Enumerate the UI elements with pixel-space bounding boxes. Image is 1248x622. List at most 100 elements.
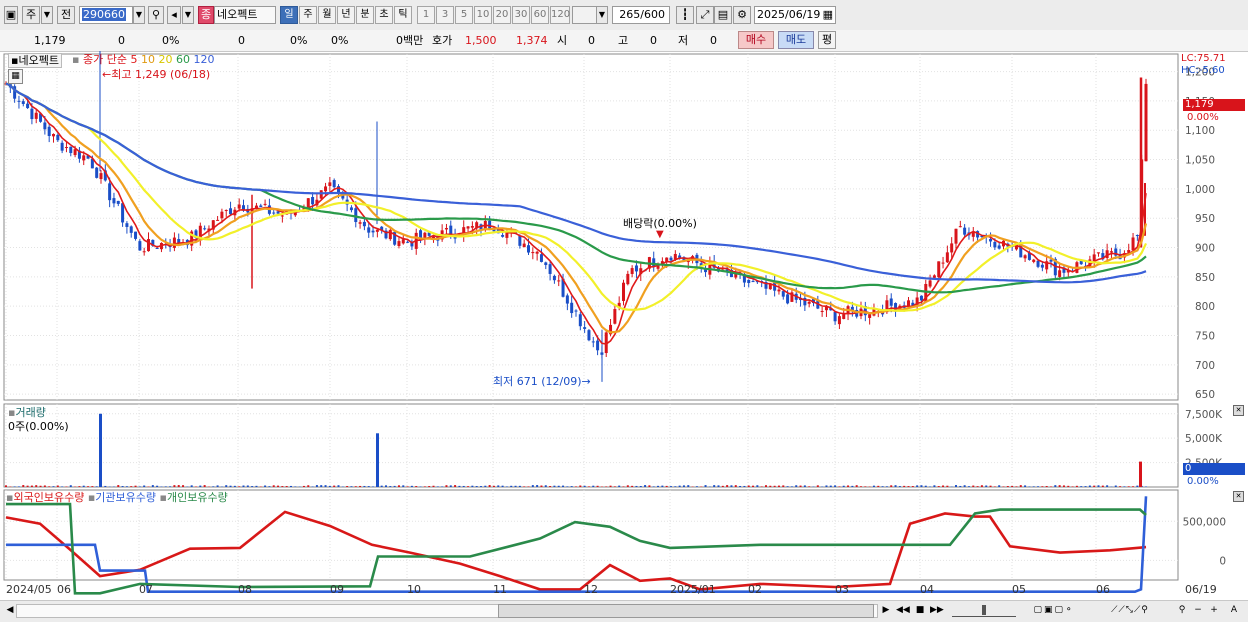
zoom-search-icon[interactable]: ⚲ (1176, 603, 1188, 617)
candle-body (311, 197, 314, 204)
candle-body (130, 226, 133, 232)
volume-bar (769, 486, 771, 487)
zoom-out-icon[interactable]: − (1192, 603, 1204, 617)
zoom-slider-handle[interactable] (982, 605, 986, 615)
volume-bar (515, 486, 517, 487)
ma-legend-10: 10 (141, 53, 155, 66)
stock-code-input[interactable]: 290660 (79, 6, 133, 24)
candle-body (22, 101, 25, 104)
interval-60[interactable]: 60 (531, 6, 549, 24)
window-menu-icon[interactable]: ▣ (4, 6, 18, 24)
ma-legend[interactable]: ▪ 종가 단순 5 10 20 60 120 (72, 53, 214, 66)
period-week[interactable]: 주 (299, 6, 317, 24)
sell-button[interactable]: 매도 (778, 31, 814, 49)
stock-name-tag: ▪네오펙트 (8, 53, 62, 68)
ma-legend-60: 60 (176, 53, 190, 66)
volume-bar (916, 485, 918, 487)
period-day[interactable]: 일 (280, 6, 298, 24)
volume-bar (493, 486, 495, 487)
table-view-icon[interactable]: ▦ (8, 69, 23, 84)
volume-bar (204, 485, 206, 487)
period-minute[interactable]: 분 (356, 6, 374, 24)
candle-type-icon[interactable]: ┇ (676, 6, 694, 24)
scroll-left-icon[interactable]: ◀ (4, 603, 16, 617)
stock-chart[interactable]: 6507007508008509009501,0001,0501,1001,15… (0, 51, 1248, 600)
volume-bar (312, 486, 314, 487)
period-month[interactable]: 월 (318, 6, 336, 24)
interval-3[interactable]: 3 (436, 6, 454, 24)
price-tick-label: 900 (1195, 243, 1215, 255)
ma-legend-5: 5 (130, 53, 137, 66)
code-dropdown-icon[interactable]: ▼ (133, 6, 145, 24)
volume-bar (350, 486, 352, 487)
candle-body (397, 241, 400, 246)
price-change-rate: 0% (162, 33, 179, 49)
volume-bar (830, 486, 832, 487)
scrollbar-thumb[interactable] (498, 604, 874, 618)
drawing-tools-icons[interactable]: ⟋⟋⤡⟋⚲ (1090, 603, 1170, 617)
interval-5[interactable]: 5 (455, 6, 473, 24)
period-second[interactable]: 초 (375, 6, 393, 24)
volume-bar (14, 486, 16, 487)
volume-bar (1115, 486, 1117, 487)
market-dropdown-icon[interactable]: ▼ (41, 6, 53, 24)
candle-body (549, 264, 552, 274)
interval-dropdown-icon[interactable]: ▼ (596, 6, 608, 24)
stop-icon[interactable]: ■ (914, 603, 926, 617)
scroll-right-icon[interactable]: ▶ (880, 603, 892, 617)
holdings-panel-close-icon[interactable]: ✕ (1233, 491, 1244, 502)
volume-bar (191, 485, 193, 487)
volume-bar (247, 485, 249, 487)
candle-body (156, 248, 159, 249)
stock-name-field[interactable]: 네오펙트 (214, 6, 276, 24)
date-field[interactable]: 2025/06/19 ▦ (754, 6, 836, 24)
interval-1[interactable]: 1 (417, 6, 435, 24)
volume-bar (765, 485, 767, 487)
buy-button[interactable]: 매수 (738, 31, 774, 49)
interval-10[interactable]: 10 (474, 6, 492, 24)
sound-dropdown-icon[interactable]: ▼ (182, 6, 194, 24)
x-axis-label: 09 (330, 583, 344, 596)
period-year[interactable]: 년 (337, 6, 355, 24)
price-tick-label: 700 (1195, 360, 1215, 372)
market-select[interactable]: 주 (22, 6, 40, 24)
hc-value: HC:-5.60 (1181, 65, 1225, 76)
candle-body (998, 245, 1001, 248)
step-back-icon[interactable]: ◀◀ (896, 603, 908, 617)
step-forward-icon[interactable]: ▶▶ (930, 603, 942, 617)
zoom-slider[interactable] (952, 605, 1016, 617)
font-size-icon[interactable]: A (1228, 603, 1240, 617)
candle-body (35, 113, 38, 119)
candle-body (808, 302, 811, 304)
search-icon[interactable]: ⚲ (148, 6, 164, 24)
high-value: 0 (650, 33, 657, 49)
volume-bar (1011, 486, 1013, 487)
draw-tool-icon[interactable]: ⤢ (696, 6, 714, 24)
interval-120[interactable]: 120 (550, 6, 570, 24)
window-layout-icons[interactable]: ▢▣▢⚬ (1024, 603, 1084, 617)
candle-body (596, 341, 599, 351)
all-select[interactable]: 전 (57, 6, 75, 24)
evaluate-button[interactable]: 평 (818, 31, 836, 49)
volume-bar (558, 486, 560, 487)
volume-bar (290, 486, 292, 487)
period-tick[interactable]: 틱 (394, 6, 412, 24)
candle-body (52, 134, 55, 136)
settings-gear-icon[interactable]: ⚙ (733, 6, 751, 24)
volume-panel-close-icon[interactable]: ✕ (1233, 405, 1244, 416)
interval-20[interactable]: 20 (493, 6, 511, 24)
sound-icon[interactable]: ◂ (167, 6, 181, 24)
holdings-tick-label: 0 (1219, 555, 1226, 567)
zoom-in-icon[interactable]: + (1208, 603, 1220, 617)
x-axis-label: 02 (748, 583, 762, 596)
volume-bar (929, 486, 931, 487)
calendar-icon[interactable]: ▦ (823, 7, 833, 23)
candle-body (536, 252, 539, 254)
interval-30[interactable]: 30 (512, 6, 530, 24)
save-icon[interactable]: ▤ (714, 6, 732, 24)
volume-bar (882, 486, 884, 487)
volume-bar (1033, 486, 1035, 487)
display-count-field[interactable]: 265/600 (612, 6, 670, 24)
individual-holdings-label: 개인보유수량 (167, 491, 228, 504)
holdings-legend[interactable]: ▪외국인보유수량 ▪기관보유수량 ▪개인보유수량 (6, 491, 228, 505)
